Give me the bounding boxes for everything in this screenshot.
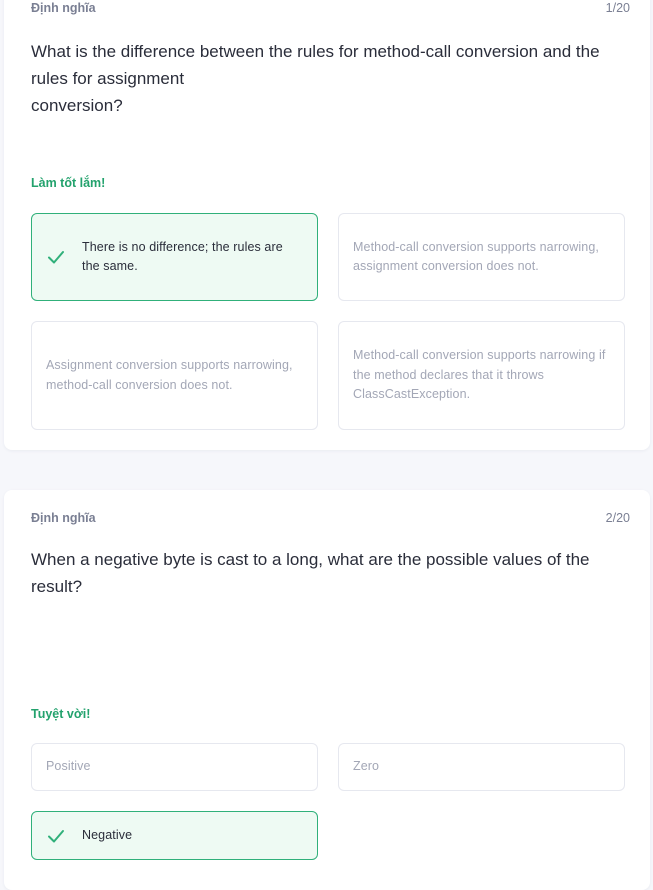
question-text: When a negative byte is cast to a long, … — [31, 546, 631, 600]
question-line: result? — [31, 577, 83, 596]
answer-option[interactable]: Method-call conversion supports narrowin… — [338, 321, 625, 430]
question-line: conversion? — [31, 96, 123, 115]
answer-option-text: Assignment conversion supports narrowing… — [46, 358, 293, 392]
question-line: What is the difference between the rules… — [31, 42, 600, 61]
answer-option[interactable]: Method-call conversion supports narrowin… — [338, 213, 625, 301]
question-line: rules for assignment — [31, 69, 185, 88]
answer-option[interactable]: Positive — [31, 743, 318, 791]
answer-option[interactable]: Zero — [338, 743, 625, 791]
answer-option-text: Zero — [353, 759, 380, 774]
feedback-message: Làm tốt lắm! — [31, 176, 106, 190]
question-text: What is the difference between the rules… — [31, 38, 631, 119]
answer-option-text: Method-call conversion supports narrowin… — [353, 239, 599, 274]
feedback-message: Tuyệt vời! — [31, 707, 91, 721]
answer-option-correct[interactable]: Negative — [31, 811, 318, 860]
card-type-label: Định nghĩa — [31, 511, 96, 525]
answer-option-text: Positive — [46, 759, 91, 774]
card-counter: 2/20 — [605, 511, 630, 525]
flashcard-2: Định nghĩa 2/20 When a negative byte is … — [4, 490, 650, 890]
answer-option-text: Method-call conversion supports narrowin… — [339, 346, 624, 405]
card-counter: 1/20 — [605, 1, 630, 15]
answer-option-line: Method-call conversion supports narrowin… — [353, 348, 606, 382]
answer-option-text: There is no difference; the rules are th… — [82, 239, 283, 274]
answer-option[interactable]: Assignment conversion supports narrowing… — [31, 321, 318, 430]
checkmark-icon — [48, 251, 64, 264]
card-type-label: Định nghĩa — [31, 1, 96, 15]
answer-option-line: ClassCastException. — [353, 387, 471, 402]
question-line: When a negative byte is cast to a long, … — [31, 550, 590, 569]
checkmark-icon — [48, 829, 64, 842]
flashcard-1: Định nghĩa 1/20 What is the difference b… — [4, 0, 650, 450]
answer-option-correct[interactable]: There is no difference; the rules are th… — [31, 213, 318, 301]
